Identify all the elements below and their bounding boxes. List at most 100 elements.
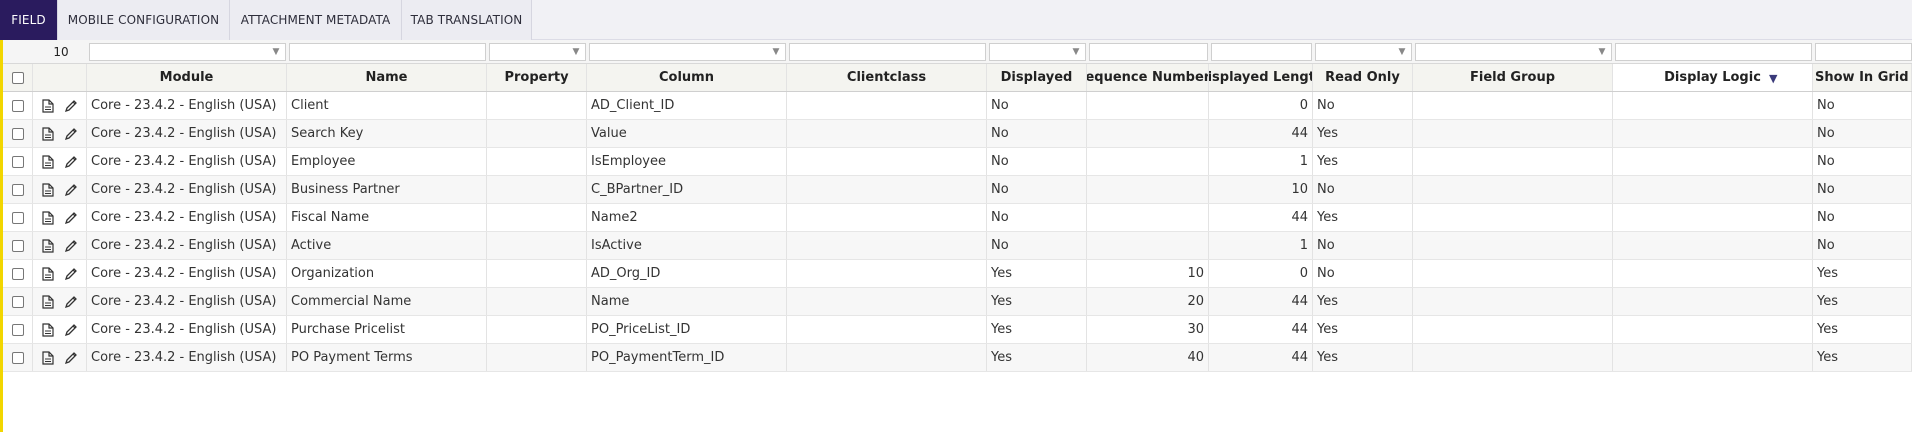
table-row[interactable]: Core - 23.4.2 - English (USA) Business Pa… <box>3 176 1912 204</box>
cell-column[interactable]: IsEmployee <box>587 148 787 175</box>
cell-show-in-grid[interactable]: No <box>1813 148 1912 175</box>
pencil-icon[interactable] <box>63 238 79 254</box>
header-displayed[interactable]: Displayed <box>987 64 1087 91</box>
tab-attachment-metadata[interactable]: ATTACHMENT METADATA <box>230 0 402 40</box>
chevron-down-icon[interactable]: ▼ <box>1595 46 1609 58</box>
cell-clientclass[interactable] <box>787 344 987 371</box>
filter-property[interactable]: ▼ <box>489 43 586 61</box>
cell-display-logic[interactable] <box>1613 148 1813 175</box>
cell-display-logic[interactable] <box>1613 316 1813 343</box>
cell-displayed[interactable]: Yes <box>987 288 1087 315</box>
row-checkbox[interactable] <box>11 211 24 224</box>
cell-displayed-length[interactable]: 44 <box>1209 204 1313 231</box>
cell-display-logic[interactable] <box>1613 92 1813 119</box>
row-checkbox[interactable] <box>11 267 24 280</box>
cell-clientclass[interactable] <box>787 316 987 343</box>
row-checkbox[interactable] <box>11 155 24 168</box>
cell-name[interactable]: Fiscal Name <box>287 204 487 231</box>
table-row[interactable]: Core - 23.4.2 - English (USA) Search Key V… <box>3 120 1912 148</box>
filter-module[interactable]: ▼ <box>89 43 286 61</box>
filter-show-in-grid[interactable] <box>1815 43 1912 61</box>
cell-read-only[interactable]: Yes <box>1313 344 1413 371</box>
cell-displayed-length[interactable]: 44 <box>1209 344 1313 371</box>
tab-mobile-configuration[interactable]: MOBILE CONFIGURATION <box>58 0 230 40</box>
cell-displayed[interactable]: No <box>987 204 1087 231</box>
header-display-logic[interactable]: Display Logic ▼ <box>1613 64 1813 91</box>
header-clientclass[interactable]: Clientclass <box>787 64 987 91</box>
cell-displayed-length[interactable]: 44 <box>1209 120 1313 147</box>
cell-show-in-grid[interactable]: No <box>1813 92 1912 119</box>
cell-field-group[interactable] <box>1413 260 1613 287</box>
table-row[interactable]: Core - 23.4.2 - English (USA) PO Payment … <box>3 344 1912 372</box>
header-show-in-grid[interactable]: Show In Grid V <box>1813 64 1912 91</box>
cell-read-only[interactable]: Yes <box>1313 120 1413 147</box>
cell-clientclass[interactable] <box>787 176 987 203</box>
cell-read-only[interactable]: Yes <box>1313 288 1413 315</box>
cell-sequence-number[interactable]: 40 <box>1087 344 1209 371</box>
cell-name[interactable]: Commercial Name <box>287 288 487 315</box>
cell-show-in-grid[interactable]: No <box>1813 176 1912 203</box>
header-sequence-number[interactable]: Sequence Number▲ <box>1087 64 1209 91</box>
pencil-icon[interactable] <box>63 126 79 142</box>
table-row[interactable]: Core - 23.4.2 - English (USA) Organizatio… <box>3 260 1912 288</box>
column-menu-icon[interactable]: ▼ <box>1769 72 1777 85</box>
document-icon[interactable] <box>40 294 56 310</box>
cell-name[interactable]: PO Payment Terms <box>287 344 487 371</box>
cell-field-group[interactable] <box>1413 120 1613 147</box>
cell-field-group[interactable] <box>1413 204 1613 231</box>
cell-show-in-grid[interactable]: Yes <box>1813 288 1912 315</box>
filter-display-logic[interactable] <box>1615 43 1812 61</box>
cell-displayed[interactable]: No <box>987 120 1087 147</box>
cell-sequence-number[interactable]: 10 <box>1087 260 1209 287</box>
cell-field-group[interactable] <box>1413 92 1613 119</box>
cell-displayed[interactable]: No <box>987 148 1087 175</box>
header-module[interactable]: Module <box>87 64 287 91</box>
cell-show-in-grid[interactable]: No <box>1813 232 1912 259</box>
select-all-checkbox[interactable] <box>11 71 24 84</box>
cell-displayed[interactable]: Yes <box>987 316 1087 343</box>
cell-display-logic[interactable] <box>1613 232 1813 259</box>
cell-property[interactable] <box>487 232 587 259</box>
cell-field-group[interactable] <box>1413 344 1613 371</box>
cell-displayed[interactable]: No <box>987 232 1087 259</box>
cell-name[interactable]: Search Key <box>287 120 487 147</box>
cell-read-only[interactable]: No <box>1313 176 1413 203</box>
filter-column[interactable]: ▼ <box>589 43 786 61</box>
cell-show-in-grid[interactable]: Yes <box>1813 344 1912 371</box>
cell-property[interactable] <box>487 260 587 287</box>
cell-sequence-number[interactable] <box>1087 120 1209 147</box>
cell-column[interactable]: Name2 <box>587 204 787 231</box>
cell-field-group[interactable] <box>1413 232 1613 259</box>
cell-display-logic[interactable] <box>1613 204 1813 231</box>
table-row[interactable]: Core - 23.4.2 - English (USA) Fiscal Name… <box>3 204 1912 232</box>
cell-column[interactable]: C_BPartner_ID <box>587 176 787 203</box>
cell-displayed[interactable]: Yes <box>987 260 1087 287</box>
cell-module[interactable]: Core - 23.4.2 - English (USA) <box>87 92 287 119</box>
cell-displayed-length[interactable]: 44 <box>1209 288 1313 315</box>
pencil-icon[interactable] <box>63 294 79 310</box>
cell-property[interactable] <box>487 288 587 315</box>
cell-clientclass[interactable] <box>787 92 987 119</box>
cell-clientclass[interactable] <box>787 148 987 175</box>
cell-displayed[interactable]: No <box>987 92 1087 119</box>
chevron-down-icon[interactable]: ▼ <box>1395 46 1409 58</box>
cell-displayed-length[interactable]: 1 <box>1209 148 1313 175</box>
cell-property[interactable] <box>487 204 587 231</box>
cell-read-only[interactable]: Yes <box>1313 204 1413 231</box>
pencil-icon[interactable] <box>63 322 79 338</box>
cell-sequence-number[interactable] <box>1087 204 1209 231</box>
header-displayed-length[interactable]: Displayed Length <box>1209 64 1313 91</box>
cell-displayed-length[interactable]: 10 <box>1209 176 1313 203</box>
cell-column[interactable]: Name <box>587 288 787 315</box>
table-row[interactable]: Core - 23.4.2 - English (USA) Commercial … <box>3 288 1912 316</box>
chevron-down-icon[interactable]: ▼ <box>269 46 283 58</box>
cell-displayed-length[interactable]: 0 <box>1209 260 1313 287</box>
cell-module[interactable]: Core - 23.4.2 - English (USA) <box>87 288 287 315</box>
tab-tab-translation[interactable]: TAB TRANSLATION <box>402 0 532 40</box>
row-checkbox[interactable] <box>11 323 24 336</box>
cell-display-logic[interactable] <box>1613 288 1813 315</box>
pencil-icon[interactable] <box>63 98 79 114</box>
cell-sequence-number[interactable]: 20 <box>1087 288 1209 315</box>
pencil-icon[interactable] <box>63 350 79 366</box>
cell-display-logic[interactable] <box>1613 176 1813 203</box>
